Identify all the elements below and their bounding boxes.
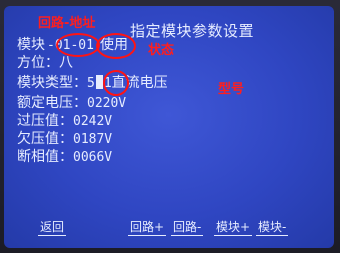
annotation-circle-address <box>56 33 100 57</box>
under-voltage-value[interactable]: 0187V <box>73 132 112 147</box>
over-voltage-value[interactable]: 0242V <box>73 114 112 129</box>
orientation-label: 方位： <box>17 55 59 71</box>
phase-loss-value[interactable]: 0066V <box>73 150 112 165</box>
lcd-screen: 指定模块参数设置 模块 -01-01 使用 方位：八 模块类型：5 1直流电压 额定电… <box>4 6 334 248</box>
over-voltage-row: 过压值：0242V <box>17 112 112 131</box>
annotation-type: 型号 <box>218 82 245 97</box>
module-label: 模块 <box>17 37 45 53</box>
under-voltage-label: 欠压值： <box>17 131 73 147</box>
module-type-code-prefix: 5 <box>87 76 95 91</box>
module-minus-softkey[interactable]: 模块- <box>256 219 289 236</box>
annotation-status: 状态 <box>148 43 175 58</box>
module-plus-softkey[interactable]: 模块+ <box>214 219 253 236</box>
module-type-label: 模块类型： <box>17 75 87 91</box>
phase-loss-label: 断相值： <box>17 149 73 165</box>
edit-cursor <box>95 75 103 89</box>
orientation-value: 八 <box>59 55 73 71</box>
softkey-bar: 返回 回路+ 回路- 模块+ 模块- <box>4 219 334 237</box>
rated-voltage-label: 额定电压： <box>17 95 87 111</box>
phase-loss-row: 断相值：0066V <box>17 148 112 167</box>
over-voltage-label: 过压值： <box>17 113 73 129</box>
loop-plus-softkey[interactable]: 回路+ <box>128 219 167 236</box>
orientation-row: 方位：八 <box>17 54 73 72</box>
module-type-row: 模块类型：5 1直流电压 <box>17 74 168 93</box>
under-voltage-row: 欠压值：0187V <box>17 130 112 149</box>
page-title: 指定模块参数设置 <box>130 22 255 40</box>
annotation-circle-type <box>103 70 129 96</box>
annotation-loop-address: 回路-地址 <box>38 16 96 31</box>
rated-voltage-value[interactable]: 0220V <box>87 96 126 111</box>
back-softkey[interactable]: 返回 <box>38 219 67 236</box>
loop-minus-softkey[interactable]: 回路- <box>171 219 204 236</box>
rated-voltage-row: 额定电压：0220V <box>17 94 126 113</box>
annotation-circle-status <box>96 33 136 59</box>
